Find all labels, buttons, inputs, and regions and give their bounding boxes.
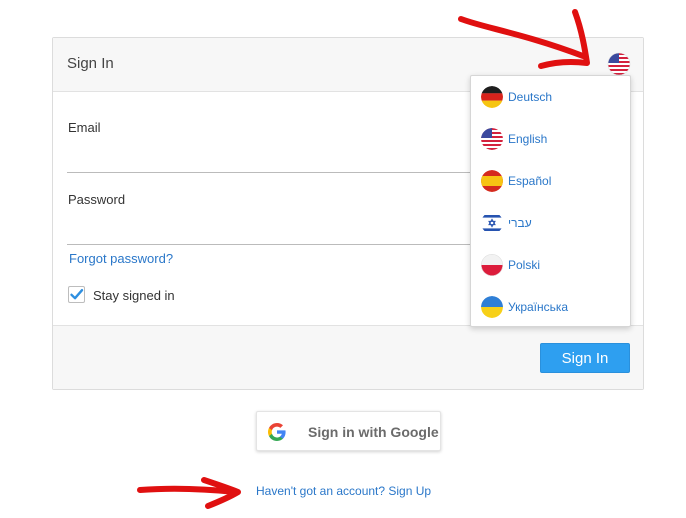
stay-signed-in-label: Stay signed in — [93, 288, 175, 303]
language-item-label: עברי — [508, 216, 532, 230]
spain-flag-icon — [481, 170, 503, 192]
language-item-label: Українська — [508, 300, 569, 314]
language-item-ukrainska[interactable]: Українська — [471, 289, 630, 325]
language-item-hebrew[interactable]: עברי — [471, 205, 630, 241]
us-flag-icon — [481, 128, 503, 150]
ukraine-flag-icon — [481, 296, 503, 318]
us-flag-icon[interactable] — [607, 52, 631, 76]
card-title: Sign In — [67, 55, 114, 72]
israel-flag-icon — [481, 212, 503, 234]
google-button-label: Sign in with Google — [308, 424, 439, 440]
password-field[interactable] — [67, 222, 477, 245]
language-item-label: Deutsch — [508, 90, 553, 104]
google-g-icon — [268, 423, 286, 441]
language-item-english[interactable]: English — [471, 121, 630, 157]
poland-flag-icon — [481, 254, 503, 276]
checkmark-icon — [70, 289, 84, 300]
sign-up-link[interactable]: Haven't got an account? Sign Up — [256, 484, 431, 498]
forgot-password-link[interactable]: Forgot password? — [69, 251, 173, 266]
language-item-espanol[interactable]: Español — [471, 163, 630, 199]
sign-in-button[interactable]: Sign In — [540, 343, 630, 373]
language-item-deutsch[interactable]: Deutsch — [471, 79, 630, 115]
stay-signed-in-checkbox[interactable] — [68, 286, 85, 303]
germany-flag-icon — [481, 86, 503, 108]
language-dropdown: Deutsch English Español עברי Polski Укра… — [470, 75, 631, 327]
annotation-arrow-top — [458, 9, 590, 69]
password-label: Password — [68, 192, 126, 207]
email-label: Email — [68, 120, 101, 135]
language-item-polski[interactable]: Polski — [471, 247, 630, 283]
email-field[interactable] — [67, 150, 477, 173]
language-item-label: English — [508, 132, 548, 146]
card-footer: Sign In — [53, 325, 643, 389]
language-item-label: Español — [508, 174, 552, 188]
sign-in-with-google-button[interactable]: Sign in with Google — [256, 411, 441, 451]
language-item-label: Polski — [508, 258, 541, 272]
annotation-arrow-bottom — [137, 477, 241, 509]
